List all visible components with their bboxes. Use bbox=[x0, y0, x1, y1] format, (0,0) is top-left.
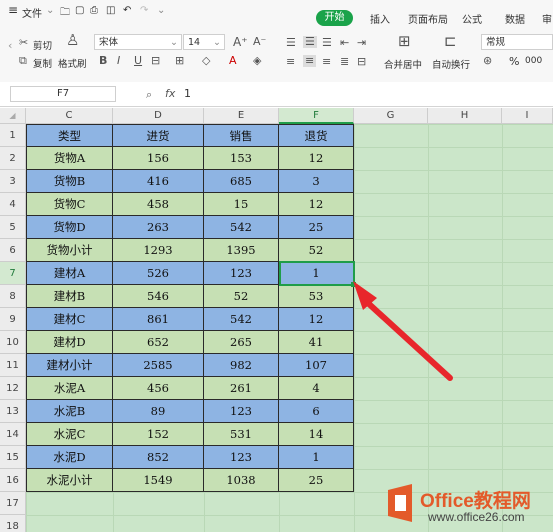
chevron-down-icon[interactable]: ⌄ bbox=[157, 5, 165, 16]
watermark-logo: Office教程网 www.office26.com bbox=[382, 480, 553, 532]
cut-button[interactable]: 剪切 bbox=[33, 38, 52, 52]
fill-color-icon[interactable]: ◇ bbox=[202, 55, 210, 67]
copy-button[interactable]: 复制 bbox=[33, 56, 52, 70]
font-name-select[interactable]: 宋体 ⌄ bbox=[94, 34, 182, 50]
justify-icon[interactable]: ≣ bbox=[340, 56, 349, 68]
percent-button[interactable]: % bbox=[509, 55, 519, 68]
merge-center-button[interactable]: 合并居中 bbox=[384, 57, 422, 71]
number-format-value: 常规 bbox=[486, 37, 506, 48]
formula-input[interactable]: 1 bbox=[184, 86, 544, 102]
tab-formulas[interactable]: 公式 bbox=[462, 11, 482, 26]
border-icon[interactable]: ⊞ bbox=[175, 55, 184, 67]
zoom-search-icon[interactable]: ⌕ bbox=[146, 88, 152, 102]
increase-font-icon[interactable]: A⁺ bbox=[233, 36, 248, 48]
open-icon[interactable]: 🗀 bbox=[60, 5, 70, 22]
outdent-icon[interactable]: ⇥ bbox=[357, 37, 366, 49]
logo-inner bbox=[395, 495, 406, 511]
tab-insert[interactable]: 插入 bbox=[370, 11, 390, 26]
print-icon[interactable]: ⎙ bbox=[90, 5, 98, 16]
red-arrow-annotation bbox=[353, 281, 453, 381]
redo-icon[interactable]: ↷ bbox=[140, 5, 148, 16]
align-bottom-icon[interactable]: ☰ bbox=[322, 37, 332, 49]
thousands-button[interactable]: 000 bbox=[525, 56, 542, 66]
bold-icon[interactable]: B bbox=[99, 55, 107, 67]
format-painter-button[interactable]: 格式刷 bbox=[58, 56, 87, 70]
spreadsheet-grid: ◢ C D E F G H I 1 2 3 4 5 6 7 8 9 10 11 12 13 14 15 16 17 18 类型进… bbox=[0, 108, 553, 532]
clear-format-icon[interactable]: ◈ bbox=[253, 55, 261, 67]
copy-icon[interactable]: ⧉ bbox=[19, 55, 27, 67]
indent-icon[interactable]: ⇤ bbox=[340, 37, 349, 49]
align-middle-icon[interactable]: ☰ bbox=[303, 36, 317, 48]
function-icon[interactable]: fx bbox=[165, 87, 175, 100]
merge-center-icon[interactable]: ⊞ bbox=[398, 34, 411, 49]
tab-home[interactable]: 开始 bbox=[316, 10, 353, 26]
wrap-text-button[interactable]: 自动换行 bbox=[432, 57, 470, 71]
italic-icon[interactable]: I bbox=[117, 55, 120, 67]
underline-icon[interactable]: U bbox=[134, 55, 142, 67]
font-size-select[interactable]: 14 ⌄ bbox=[183, 34, 225, 50]
format-painter-icon[interactable]: ♙ bbox=[66, 33, 79, 48]
cell-reference: F7 bbox=[56, 88, 70, 99]
name-box[interactable]: F7 bbox=[10, 86, 116, 102]
hamburger-icon[interactable]: ≡ bbox=[8, 3, 18, 17]
font-color-icon[interactable]: A bbox=[229, 55, 237, 67]
formula-bar: F7 ⌕ fx 1 bbox=[0, 82, 553, 107]
watermark-url: www.office26.com bbox=[428, 510, 525, 524]
chevron-down-icon: ⌄ bbox=[170, 37, 178, 48]
tab-page-layout[interactable]: 页面布局 bbox=[408, 11, 448, 26]
number-format-select[interactable]: 常规 bbox=[481, 34, 553, 50]
align-top-icon[interactable]: ☰ bbox=[286, 37, 296, 49]
align-right-icon[interactable]: ≡ bbox=[322, 56, 331, 68]
tab-data[interactable]: 数据 bbox=[505, 11, 525, 26]
font-name-value: 宋体 bbox=[99, 37, 119, 48]
chevron-down-icon: ⌄ bbox=[213, 37, 221, 48]
currency-icon[interactable]: ⊛ bbox=[483, 55, 492, 67]
distribute-icon[interactable]: ⊟ bbox=[357, 56, 366, 68]
file-menu[interactable]: 文件 bbox=[22, 5, 42, 20]
tab-review[interactable]: 审 bbox=[542, 11, 552, 26]
undo-icon[interactable]: ↶ bbox=[123, 5, 131, 16]
chevron-down-icon[interactable]: ⌄ bbox=[46, 5, 54, 16]
font-size-value: 14 bbox=[188, 37, 201, 48]
collapse-left-icon[interactable]: ‹ bbox=[8, 40, 12, 52]
save-icon[interactable]: ▢ bbox=[75, 5, 84, 16]
align-center-icon[interactable]: ≡ bbox=[303, 55, 317, 67]
decrease-font-icon[interactable]: A⁻ bbox=[253, 36, 266, 48]
align-left-icon[interactable]: ≡ bbox=[286, 56, 295, 68]
wrap-text-icon[interactable]: ⊏ bbox=[444, 34, 457, 49]
watermark-brand: Office教程网 bbox=[420, 491, 531, 512]
scissors-icon[interactable]: ✂ bbox=[19, 37, 28, 49]
strikethrough-icon[interactable]: ⊟ bbox=[151, 55, 160, 67]
menu-bar: ≡ 文件 ⌄ 🗀 ▢ ⎙ ◫ ↶ ↷ ⌄ 开始 插入 页面布局 公式 数据 审 bbox=[0, 0, 553, 26]
arrow-shaft bbox=[366, 301, 453, 381]
ribbon-toolbar: ≡ 文件 ⌄ 🗀 ▢ ⎙ ◫ ↶ ↷ ⌄ 开始 插入 页面布局 公式 数据 审 … bbox=[0, 0, 553, 83]
preview-icon[interactable]: ◫ bbox=[106, 5, 115, 16]
